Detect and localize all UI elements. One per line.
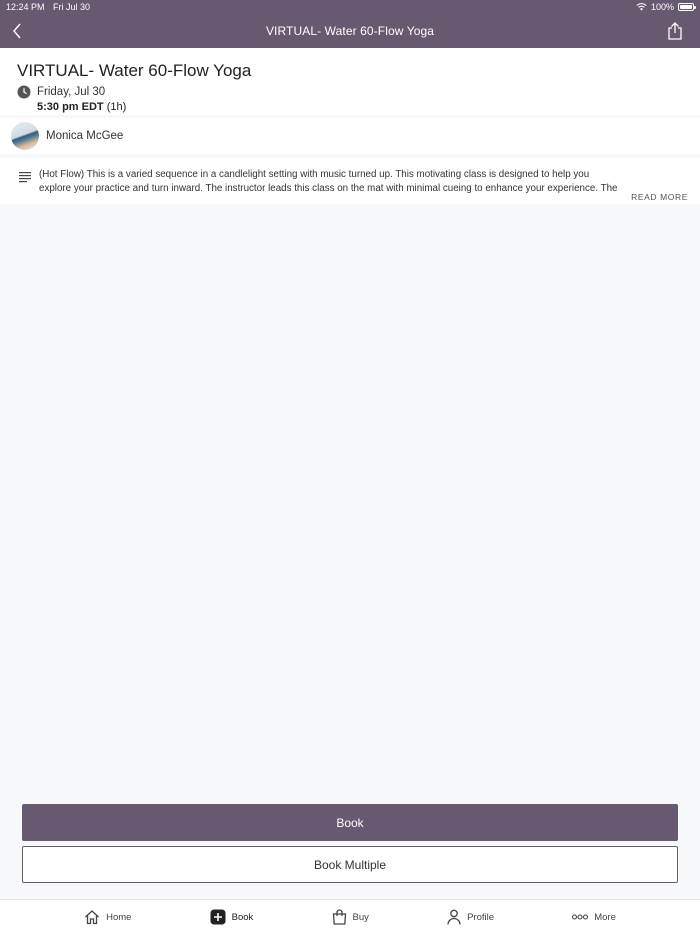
more-icon [572,914,589,920]
read-more-link[interactable]: READ MORE [627,190,688,204]
tab-buy[interactable]: Buy [332,909,369,925]
wifi-icon [636,3,647,11]
clock-icon [17,85,31,98]
class-date: Friday, Jul 30 [37,85,106,98]
share-icon[interactable] [664,20,686,42]
description: (Hot Flow) This is a varied sequence in … [39,168,688,204]
tab-home-label: Home [106,911,132,923]
tab-bar: Home Book Buy Profile More [0,899,700,934]
battery-percent: 100% [650,2,674,12]
instructor-row[interactable]: Monica McGee [0,118,700,154]
tab-profile-label: Profile [467,911,495,923]
class-time-row: 5:30 pm EDT (1h) [17,101,683,113]
chevron-left-icon[interactable] [6,20,28,42]
nav-bar: VIRTUAL- Water 60-Flow Yoga [0,14,700,48]
class-header: VIRTUAL- Water 60-Flow Yoga Friday, Jul … [0,48,700,115]
status-left: 12:24 PM Fri Jul 30 [6,2,96,12]
status-date: Fri Jul 30 [53,2,91,12]
book-multiple-button[interactable]: Book Multiple [22,846,678,883]
class-time: 5:30 pm EDT [37,101,104,113]
class-date-row: Friday, Jul 30 [17,84,683,99]
tab-book-label: Book [231,911,254,923]
tab-profile[interactable]: Profile [447,909,494,925]
instructor-name: Monica McGee [46,130,124,142]
description-icon [19,172,31,183]
description-text: (Hot Flow) This is a varied sequence in … [39,169,618,194]
book-button[interactable]: Book [22,804,678,841]
battery-icon [678,3,696,11]
bag-icon [332,909,346,925]
tab-buy-label: Buy [352,911,369,923]
avatar [11,122,39,150]
status-bar: 12:24 PM Fri Jul 30 100% [0,0,700,14]
description-row: (Hot Flow) This is a varied sequence in … [0,158,700,204]
tab-home[interactable]: Home [84,909,131,925]
class-title: VIRTUAL- Water 60-Flow Yoga [17,61,252,80]
nav-title: VIRTUAL- Water 60-Flow Yoga [265,24,435,38]
status-time: 12:24 PM [6,2,45,12]
plus-icon [210,909,226,925]
tab-book[interactable]: Book [210,909,254,925]
person-icon [447,909,461,925]
tab-more-label: More [594,911,616,923]
tab-more[interactable]: More [572,912,616,923]
home-icon [85,910,100,925]
status-right: 100% [636,2,696,12]
class-duration: (1h) [106,101,127,113]
